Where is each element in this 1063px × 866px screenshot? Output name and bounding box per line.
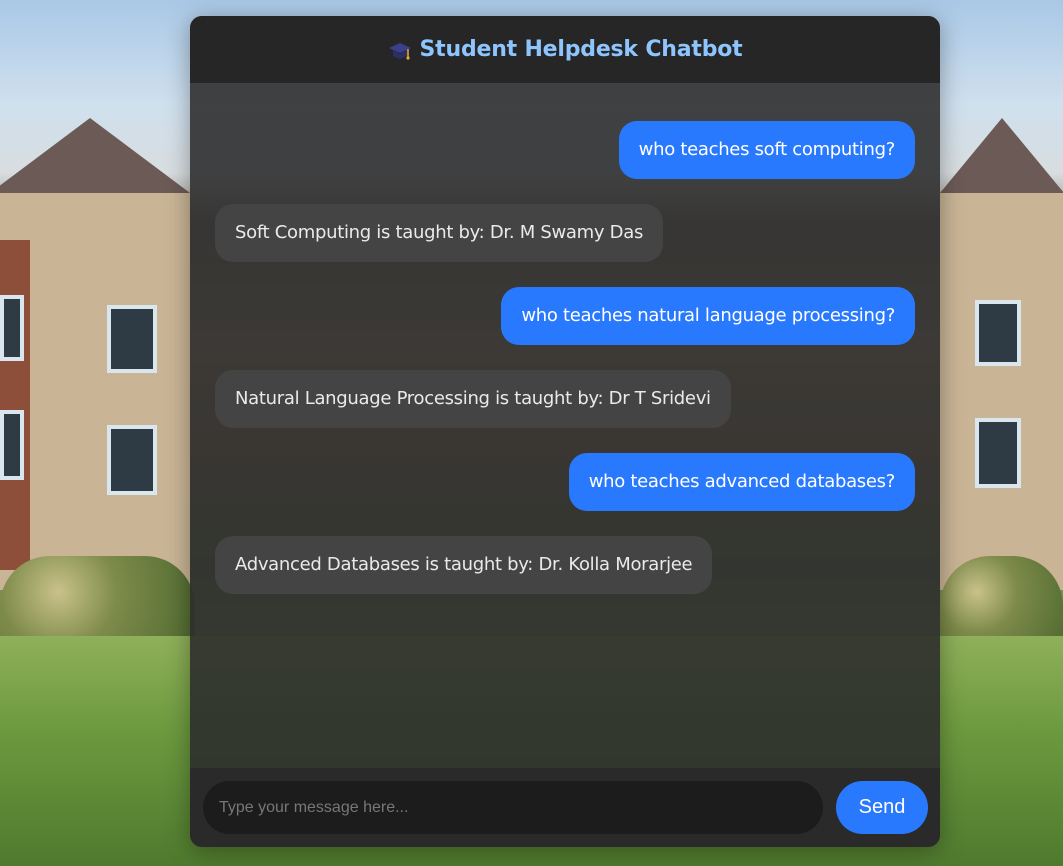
background-brick-left xyxy=(0,240,30,570)
bot-message: Natural Language Processing is taught by… xyxy=(215,370,731,428)
bot-message: Soft Computing is taught by: Dr. M Swamy… xyxy=(215,204,664,262)
background-bushes-left xyxy=(0,556,195,646)
background-window xyxy=(0,295,24,361)
chat-title: Student Helpdesk Chatbot xyxy=(419,37,743,62)
message-input[interactable] xyxy=(203,781,823,834)
background-window xyxy=(975,418,1021,488)
background-window xyxy=(0,410,24,480)
user-message: who teaches natural language processing? xyxy=(501,287,915,345)
background-bushes-right xyxy=(940,556,1063,646)
background-roof-right xyxy=(940,118,1063,193)
background-building-right xyxy=(940,190,1063,590)
chat-input-bar: Send xyxy=(190,768,940,847)
user-message: who teaches advanced databases? xyxy=(568,453,915,511)
user-message: who teaches soft computing? xyxy=(618,121,915,179)
bot-message: Advanced Databases is taught by: Dr. Kol… xyxy=(215,536,713,594)
background-window xyxy=(975,300,1021,366)
background-window xyxy=(107,425,157,495)
chat-window: Student Helpdesk Chatbot who teaches sof… xyxy=(190,16,940,847)
background-roof-left xyxy=(0,118,190,193)
background-window xyxy=(107,305,157,373)
graduation-cap-icon xyxy=(388,41,412,63)
send-button[interactable]: Send xyxy=(836,781,928,834)
chat-header: Student Helpdesk Chatbot xyxy=(190,16,940,83)
chat-messages: who teaches soft computing? Soft Computi… xyxy=(190,83,940,768)
